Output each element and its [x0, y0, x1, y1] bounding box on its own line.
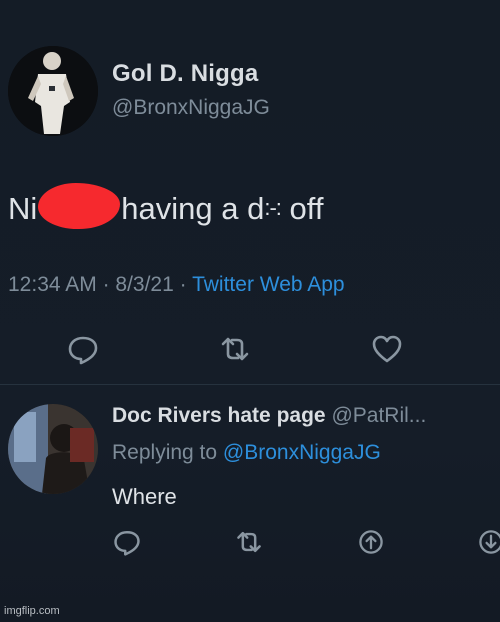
- display-name[interactable]: Gol D. Nigga: [112, 60, 258, 88]
- reply-avatar[interactable]: [8, 404, 98, 494]
- tweet-time[interactable]: 12:34 AM: [8, 273, 97, 296]
- reply-header: Doc Rivers hate page @PatRil...: [112, 404, 426, 428]
- user-handle[interactable]: @BronxNiggaJG: [112, 96, 270, 120]
- reply-text: Where: [112, 484, 177, 509]
- retweet-icon[interactable]: [218, 332, 252, 366]
- tweet-text-obscured: :-:: [264, 195, 282, 220]
- like-icon[interactable]: [370, 332, 404, 366]
- avatar[interactable]: [8, 46, 98, 136]
- divider: [0, 384, 500, 385]
- tweet-date[interactable]: 8/3/21: [115, 273, 173, 296]
- replying-to-handle[interactable]: @BronxNiggaJG: [223, 441, 381, 464]
- reply-display-name[interactable]: Doc Rivers hate page: [112, 404, 326, 427]
- watermark: imgflip.com: [4, 605, 60, 617]
- reply-icon[interactable]: [112, 527, 142, 557]
- meta-separator: ·: [173, 273, 193, 296]
- meta-separator: ·: [96, 273, 116, 296]
- reply-avatar-image: [8, 404, 98, 494]
- screenshot-page: Gol D. Nigga @BronxNiggaJG Ni having a d:…: [0, 0, 500, 622]
- reply-user-handle[interactable]: @PatRil...: [331, 404, 426, 427]
- download-icon[interactable]: [476, 527, 500, 557]
- tweet-text-middle: having a d: [121, 191, 265, 226]
- share-icon[interactable]: [356, 527, 386, 557]
- tweet-text-start: Ni: [8, 191, 38, 226]
- tweet-meta: 12:34 AM · 8/3/21 · Twitter Web App: [8, 273, 345, 297]
- replying-to-prefix: Replying to: [112, 441, 223, 464]
- retweet-icon[interactable]: [234, 527, 264, 557]
- reply-icon[interactable]: [66, 332, 100, 366]
- main-tweet: Gol D. Nigga @BronxNiggaJG Ni having a d:…: [0, 0, 500, 384]
- reply-actions: [0, 525, 500, 565]
- tweet-text: Ni having a d:-: off: [8, 183, 323, 229]
- tweet-actions: [0, 326, 500, 376]
- avatar-image: [8, 46, 98, 136]
- replying-to-line: Replying to @BronxNiggaJG: [112, 441, 381, 465]
- tweet-text-end: off: [280, 191, 324, 226]
- redaction-mark: [38, 183, 121, 229]
- tweet-source[interactable]: Twitter Web App: [192, 273, 345, 296]
